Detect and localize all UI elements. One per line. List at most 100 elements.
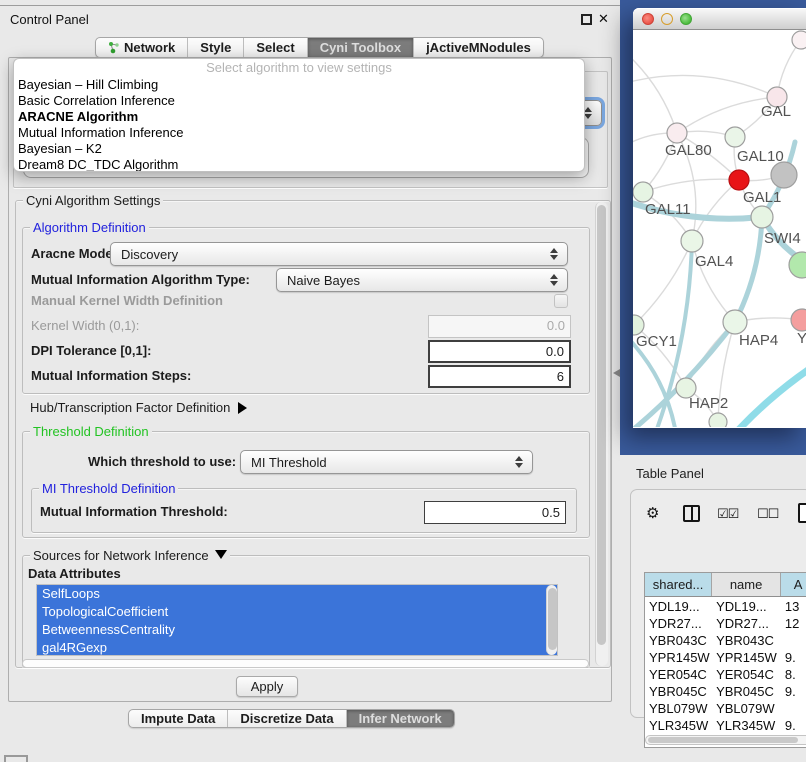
dpi-tolerance-input[interactable]: 0.0 [428, 340, 571, 363]
column-header[interactable]: A [781, 573, 806, 596]
table-cell: YDL19... [712, 598, 781, 615]
table-cell: YDL19... [645, 598, 712, 615]
bottom-tabs: Impute DataDiscretize DataInfer Network [128, 709, 455, 728]
settings-horizontal-scrollbar[interactable] [22, 659, 589, 668]
attribute-item[interactable]: gal4RGexp [37, 639, 557, 656]
node-label: GAL4 [695, 253, 733, 270]
table-cell: YBL079W [645, 700, 712, 717]
table-panel: Table Panel ⚙ ☑☑ ☐☐ shared...nameA YDL19… [620, 455, 806, 762]
which-threshold-select[interactable]: MI Threshold [240, 450, 533, 474]
unchecked-columns-icon[interactable]: ☐☐ [757, 506, 778, 522]
tab-label: Cyni Toolbox [320, 40, 401, 55]
network-window-titlebar[interactable] [633, 8, 806, 30]
mi-threshold-group: MI Threshold Definition Mutual Informati… [31, 488, 577, 533]
settings-gear-icon[interactable]: ⚙ [646, 504, 659, 522]
combo-arrows-icon [550, 248, 558, 260]
manual-kernel-checkbox[interactable] [554, 294, 568, 308]
network-node-gal10[interactable] [725, 127, 745, 147]
tab-label: Select [256, 40, 294, 55]
float-window-icon[interactable] [581, 14, 592, 25]
table-cell [781, 700, 806, 717]
tab-infer-network[interactable]: Infer Network [347, 710, 454, 727]
mi-steps-input[interactable]: 6 [428, 365, 571, 388]
table-row[interactable]: YDR27...YDR27...12 [645, 615, 806, 632]
table-row[interactable]: YPR145WYPR145W9. [645, 649, 806, 666]
tab-label: Network [124, 40, 175, 55]
checked-columns-icon[interactable]: ☑☑ [717, 506, 738, 522]
tab-discretize-data[interactable]: Discretize Data [228, 710, 346, 727]
zoom-button[interactable] [680, 13, 692, 25]
manual-kernel-label: Manual Kernel Width Definition [31, 292, 223, 310]
table-horizontal-scrollbar[interactable] [645, 735, 806, 745]
close-icon[interactable]: ✕ [598, 11, 609, 27]
kernel-width-input[interactable]: 0.0 [428, 315, 571, 338]
algorithm-option[interactable]: ARACNE Algorithm [14, 109, 584, 125]
mi-threshold-input[interactable]: 0.5 [424, 501, 566, 524]
network-node-hap4[interactable] [723, 310, 747, 334]
tab-jactivemnodules[interactable]: jActiveMNodules [414, 38, 543, 57]
table-cell: YBR045C [645, 683, 712, 700]
tab-impute-data[interactable]: Impute Data [129, 710, 228, 727]
node-label: GAL [761, 103, 791, 120]
split-columns-icon[interactable] [683, 505, 700, 522]
table-cell [781, 632, 806, 649]
network-node-gal11[interactable] [633, 182, 653, 202]
tab-label: jActiveMNodules [426, 40, 531, 55]
minimize-button[interactable] [661, 13, 673, 25]
apply-button[interactable]: Apply [236, 676, 298, 697]
aracne-mode-select[interactable]: Discovery [110, 242, 568, 266]
attribute-item[interactable]: SelfLoops [37, 585, 557, 603]
network-node[interactable] [771, 162, 797, 188]
table-row[interactable]: YBR045CYBR045C9. [645, 683, 806, 700]
table-cell: YDR27... [645, 615, 712, 632]
dropdown-items: Bayesian – Hill ClimbingBasic Correlatio… [14, 77, 584, 172]
network-node-y[interactable] [791, 309, 806, 331]
network-node-gal80[interactable] [667, 123, 687, 143]
column-header[interactable]: name [712, 573, 781, 596]
algorithm-option[interactable]: Bayesian – Hill Climbing [14, 77, 584, 93]
sources-title-label: Sources for Network Inference [33, 548, 209, 563]
data-attributes-list[interactable]: SelfLoopsTopologicalCoefficientBetweenne… [36, 584, 558, 656]
table-cell: YPR145W [712, 649, 781, 666]
table-cell: 13 [781, 598, 806, 615]
node-table[interactable]: shared...nameA YDL19...YDL19...13YDR27..… [644, 572, 806, 748]
export-table-icon[interactable] [798, 503, 806, 523]
network-node-gal1[interactable] [729, 170, 749, 190]
network-node-swi4[interactable] [751, 206, 773, 228]
table-row[interactable]: YDL19...YDL19...13 [645, 598, 806, 615]
mi-type-select[interactable]: Naive Bayes [276, 268, 568, 292]
algorithm-option[interactable]: Mutual Information Inference [14, 125, 584, 141]
table-row[interactable]: YER054CYER054C8. [645, 666, 806, 683]
network-node[interactable] [792, 31, 806, 49]
network-edge [731, 370, 806, 427]
node-label: SWI4 [764, 230, 801, 247]
aracne-mode-value: Discovery [121, 247, 178, 262]
table-row[interactable]: YLR345WYLR345W9. [645, 717, 806, 734]
attribute-item[interactable]: BetweennessCentrality [37, 621, 557, 639]
close-button[interactable] [642, 13, 654, 25]
table-cell: YBL079W [712, 700, 781, 717]
settings-scrollbar[interactable] [595, 202, 608, 666]
floating-panel-fragment [4, 755, 28, 762]
hub-definition-toggle[interactable]: Hub/Transcription Factor Definition [30, 400, 247, 415]
tab-select[interactable]: Select [244, 38, 307, 57]
algorithm-option[interactable]: Basic Correlation Inference [14, 93, 584, 109]
table-row[interactable]: YBR043CYBR043C [645, 632, 806, 649]
algorithm-option[interactable]: Bayesian – K2 [14, 141, 584, 157]
mouse-cursor [613, 369, 620, 377]
combo-arrows-icon [515, 456, 523, 468]
tab-cyni-toolbox[interactable]: Cyni Toolbox [308, 38, 414, 57]
attribute-item[interactable]: TopologicalCoefficient [37, 603, 557, 621]
network-view-window[interactable]: GALGAL80GAL10GAL1GAL11SWI4GAL4YHAP4GCY1H… [633, 8, 806, 428]
algorithm-option[interactable]: Dream8 DC_TDC Algorithm [14, 157, 584, 172]
network-canvas[interactable]: GALGAL80GAL10GAL1GAL11SWI4GAL4YHAP4GCY1H… [633, 30, 806, 427]
sources-title[interactable]: Sources for Network Inference [30, 549, 230, 562]
tab-network[interactable]: Network [96, 38, 188, 57]
column-header[interactable]: shared... [645, 573, 712, 596]
attributes-list-scrollbar[interactable] [546, 585, 557, 655]
table-row[interactable]: YBL079WYBL079W [645, 700, 806, 717]
tab-style[interactable]: Style [188, 38, 244, 57]
network-node-gal4[interactable] [681, 230, 703, 252]
panel-top-border [0, 5, 620, 6]
network-node[interactable] [709, 413, 727, 427]
